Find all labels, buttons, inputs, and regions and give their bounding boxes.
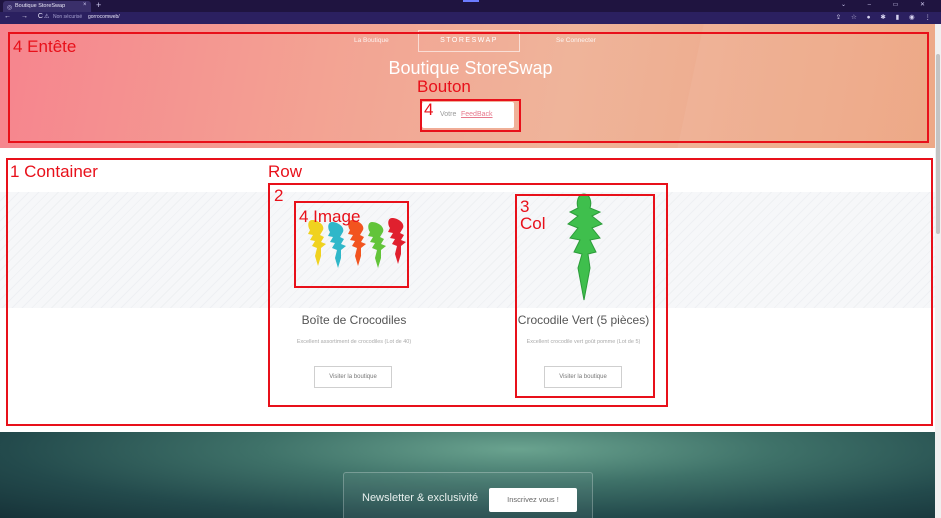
newsletter-section: Newsletter & exclusivité Inscrivez vous … [0, 432, 941, 518]
annotation-label-image: 4 Image [299, 207, 361, 226]
warning-icon: ⚠ [44, 14, 50, 20]
subscribe-button[interactable]: Inscrivez vous ! [489, 488, 577, 512]
omnibox[interactable]: ⚠ Non sécurisé gorrocomweb/ [38, 14, 853, 22]
annotation-label-entete: 4 Entête [13, 37, 77, 56]
new-tab-icon[interactable]: + [96, 0, 101, 10]
url-text[interactable]: gorrocomweb/ [88, 14, 120, 20]
newsletter-box: Newsletter & exclusivité Inscrivez vous … [343, 472, 593, 518]
window-controls[interactable]: ⌄ – ▭ ✕ [841, 1, 935, 8]
browser-tabbar: ◎ Boutique StoreSwap × + ⌄ – ▭ ✕ [0, 0, 941, 12]
newsletter-text: Newsletter & exclusivité [362, 492, 479, 504]
tabbar-accent [463, 0, 479, 2]
extension-icons[interactable]: ⇪ ☆ ● ✱ ▮ ◉ ⋮ [836, 13, 935, 21]
annotation-label-row: Row [268, 162, 303, 181]
annotation-label-container: 1 Container [10, 162, 98, 181]
annotation-label-col: Col [520, 214, 546, 233]
security-label: Non sécurisé [53, 14, 83, 20]
annotation-label-col-num: 2 [274, 186, 284, 205]
browser-tab[interactable]: ◎ Boutique StoreSwap × [3, 1, 91, 12]
scrollbar-thumb[interactable] [936, 54, 940, 234]
globe-icon: ◎ [7, 5, 13, 11]
address-bar: ← → C ⚠ Non sécurisé gorrocomweb/ ⇪ ☆ ● … [0, 12, 941, 24]
annotation-label-col3-num: 3 [520, 197, 530, 216]
close-icon[interactable]: × [83, 2, 87, 8]
annotation-label-bouton: Bouton [417, 77, 471, 96]
annotation-label-bouton-num: 4 [424, 100, 434, 119]
tab-title: Boutique StoreSwap [15, 3, 66, 9]
page-scrollbar[interactable] [935, 24, 941, 518]
annotation-button-box [420, 99, 521, 132]
